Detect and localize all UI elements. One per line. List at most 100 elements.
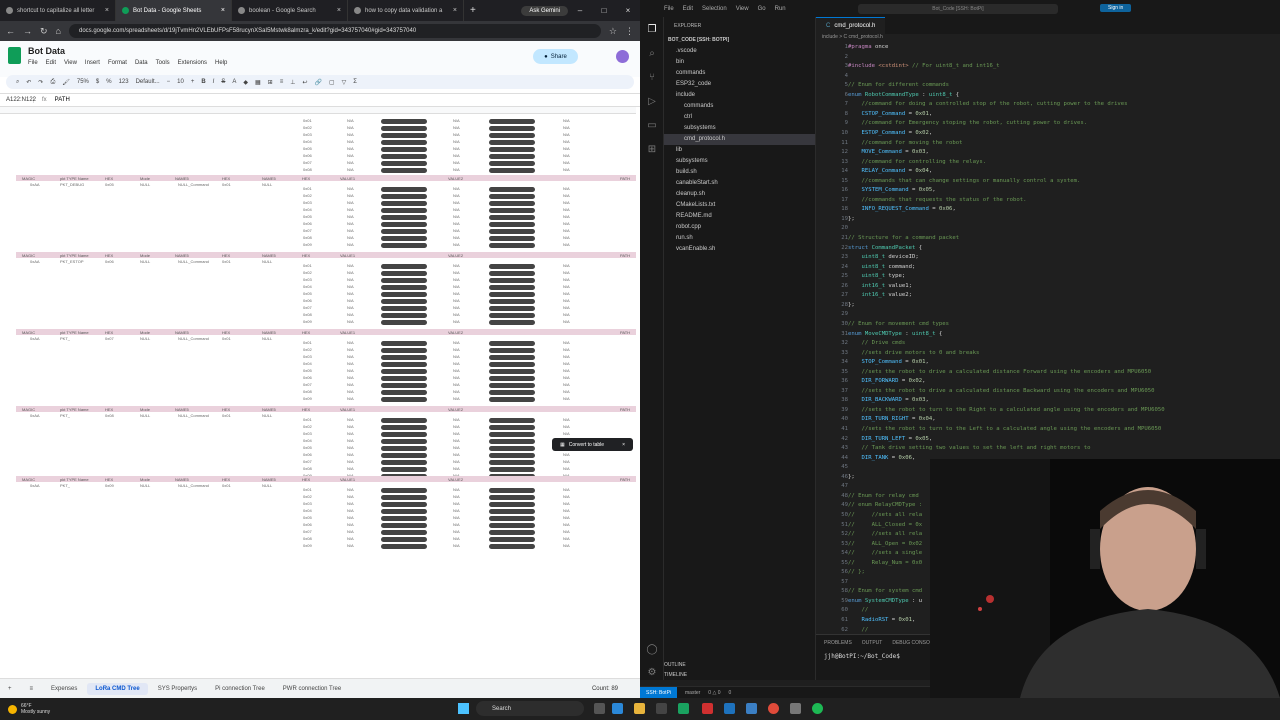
menu-tools[interactable]: Tools <box>156 60 170 66</box>
na-cell[interactable]: N/A <box>347 494 354 499</box>
hex-cell[interactable]: 0x01 <box>303 417 312 422</box>
header-cell[interactable]: HEX <box>105 407 113 412</box>
dropdown-chip[interactable] <box>489 537 535 542</box>
cell[interactable]: NULL <box>262 336 272 341</box>
dropdown-chip[interactable] <box>381 544 427 549</box>
na-cell[interactable]: N/A <box>563 284 570 289</box>
dropdown-chip[interactable] <box>489 495 535 500</box>
hex-cell[interactable]: 0x02 <box>303 270 312 275</box>
na-cell[interactable]: N/A <box>453 452 460 457</box>
dropdown-chip[interactable] <box>489 467 535 472</box>
na-cell[interactable]: N/A <box>563 375 570 380</box>
na-cell[interactable]: N/A <box>453 347 460 352</box>
dropdown-chip[interactable] <box>489 168 535 173</box>
editor-tab[interactable]: Ccmd_protocol.h <box>816 17 886 34</box>
header-cell[interactable]: HEX <box>302 253 310 258</box>
tab-problems[interactable]: PROBLEMS <box>824 640 852 646</box>
italic-icon[interactable]: I <box>213 79 215 85</box>
dropdown-chip[interactable] <box>381 243 427 248</box>
na-cell[interactable]: N/A <box>453 160 460 165</box>
browser-tab[interactable]: shortcut to capitalize all letter × <box>0 0 116 21</box>
na-cell[interactable]: N/A <box>453 487 460 492</box>
na-cell[interactable]: N/A <box>453 277 460 282</box>
cell[interactable]: 0x01 <box>222 413 231 418</box>
dropdown-chip[interactable] <box>381 215 427 220</box>
na-cell[interactable]: N/A <box>347 270 354 275</box>
new-tab-button[interactable]: + <box>464 5 482 16</box>
header-cell[interactable]: VALUE1 <box>340 253 355 258</box>
back-icon[interactable]: ← <box>6 26 15 36</box>
na-cell[interactable]: N/A <box>453 146 460 151</box>
hex-cell[interactable]: 0x02 <box>303 347 312 352</box>
code-line[interactable]: // <box>848 627 868 633</box>
dropdown-chip[interactable] <box>381 168 427 173</box>
close-tab-icon[interactable]: × <box>221 7 225 14</box>
dropdown-chip[interactable] <box>381 502 427 507</box>
code-line[interactable]: }; <box>848 302 855 308</box>
font-size-increase-icon[interactable]: + <box>191 79 195 85</box>
na-cell[interactable]: N/A <box>563 487 570 492</box>
dropdown-chip[interactable] <box>381 439 427 444</box>
dropdown-chip[interactable] <box>381 285 427 290</box>
remote-indicator[interactable]: SSH: BotPi <box>640 686 678 699</box>
na-cell[interactable]: N/A <box>563 536 570 541</box>
dropdown-chip[interactable] <box>489 201 535 206</box>
cell[interactable]: NULL_Command <box>178 336 209 341</box>
dropdown-chip[interactable] <box>381 154 427 159</box>
header-cell[interactable]: NAME5 <box>262 253 276 258</box>
dropdown-chip[interactable] <box>489 208 535 213</box>
dropdown-chip[interactable] <box>489 446 535 451</box>
header-cell[interactable]: VALUE2 <box>448 330 463 335</box>
dropdown-chip[interactable] <box>489 161 535 166</box>
cell[interactable]: NULL_Command <box>178 259 209 264</box>
close-tab-icon[interactable]: × <box>453 7 457 14</box>
na-cell[interactable]: N/A <box>563 200 570 205</box>
header-cell[interactable]: VALUE2 <box>448 176 463 181</box>
header-cell[interactable]: VALUE2 <box>448 477 463 482</box>
dropdown-chip[interactable] <box>489 439 535 444</box>
code-line[interactable]: DIR_TANK = 0x06, <box>848 455 915 461</box>
header-cell[interactable]: PATH <box>620 176 630 181</box>
na-cell[interactable]: N/A <box>563 305 570 310</box>
code-line[interactable]: CSTOP_Command = 0x01, <box>848 111 932 117</box>
hex-cell[interactable]: 0x06 <box>303 153 312 158</box>
cell[interactable]: NULL <box>140 259 150 264</box>
cell[interactable]: 0xAA <box>30 483 40 488</box>
hex-cell[interactable]: 0x03 <box>303 277 312 282</box>
header-cell[interactable]: pkt TYPE Name <box>60 253 89 258</box>
file-tree-item[interactable]: ctrl <box>664 112 815 123</box>
na-cell[interactable]: N/A <box>563 382 570 387</box>
file-explorer-icon[interactable] <box>634 703 645 714</box>
na-cell[interactable]: N/A <box>563 193 570 198</box>
header-cell[interactable]: MAGIC <box>22 477 35 482</box>
na-cell[interactable]: N/A <box>453 312 460 317</box>
undo-icon[interactable]: ↶ <box>26 79 31 86</box>
dropdown-chip[interactable] <box>489 194 535 199</box>
hex-cell[interactable]: 0x03 <box>303 354 312 359</box>
cell[interactable]: NULL_Command <box>178 182 209 187</box>
code-line[interactable]: INFO_REQUEST_Command = 0x06, <box>848 206 955 212</box>
na-cell[interactable]: N/A <box>347 375 354 380</box>
file-tree-item[interactable]: ESP32_code <box>664 79 815 90</box>
hex-cell[interactable]: 0x08 <box>303 466 312 471</box>
text-color-icon[interactable]: A <box>232 79 236 85</box>
code-line[interactable]: // Enum for system cmd <box>848 588 922 594</box>
cell[interactable]: PKT_ <box>60 413 70 418</box>
code-line[interactable]: // }; <box>848 569 865 575</box>
cell[interactable]: 0x01 <box>222 259 231 264</box>
header-cell[interactable]: Mode <box>140 176 150 181</box>
header-cell[interactable]: HEX <box>222 407 230 412</box>
cell[interactable]: 0x09 <box>105 483 114 488</box>
hex-cell[interactable]: 0x07 <box>303 529 312 534</box>
code-line[interactable]: }; <box>848 474 855 480</box>
header-cell[interactable]: VALUE1 <box>340 477 355 482</box>
na-cell[interactable]: N/A <box>347 146 354 151</box>
problems-indicator[interactable]: 0 △ 0 <box>708 690 720 696</box>
print-icon[interactable]: ⎙ <box>50 79 55 86</box>
link-icon[interactable]: 🔗 <box>314 79 321 86</box>
na-cell[interactable]: N/A <box>453 445 460 450</box>
code-line[interactable]: enum MoveCMDType : uint8_t { <box>848 331 942 337</box>
na-cell[interactable]: N/A <box>347 340 354 345</box>
hex-cell[interactable]: 0x06 <box>303 375 312 380</box>
na-cell[interactable]: N/A <box>453 132 460 137</box>
